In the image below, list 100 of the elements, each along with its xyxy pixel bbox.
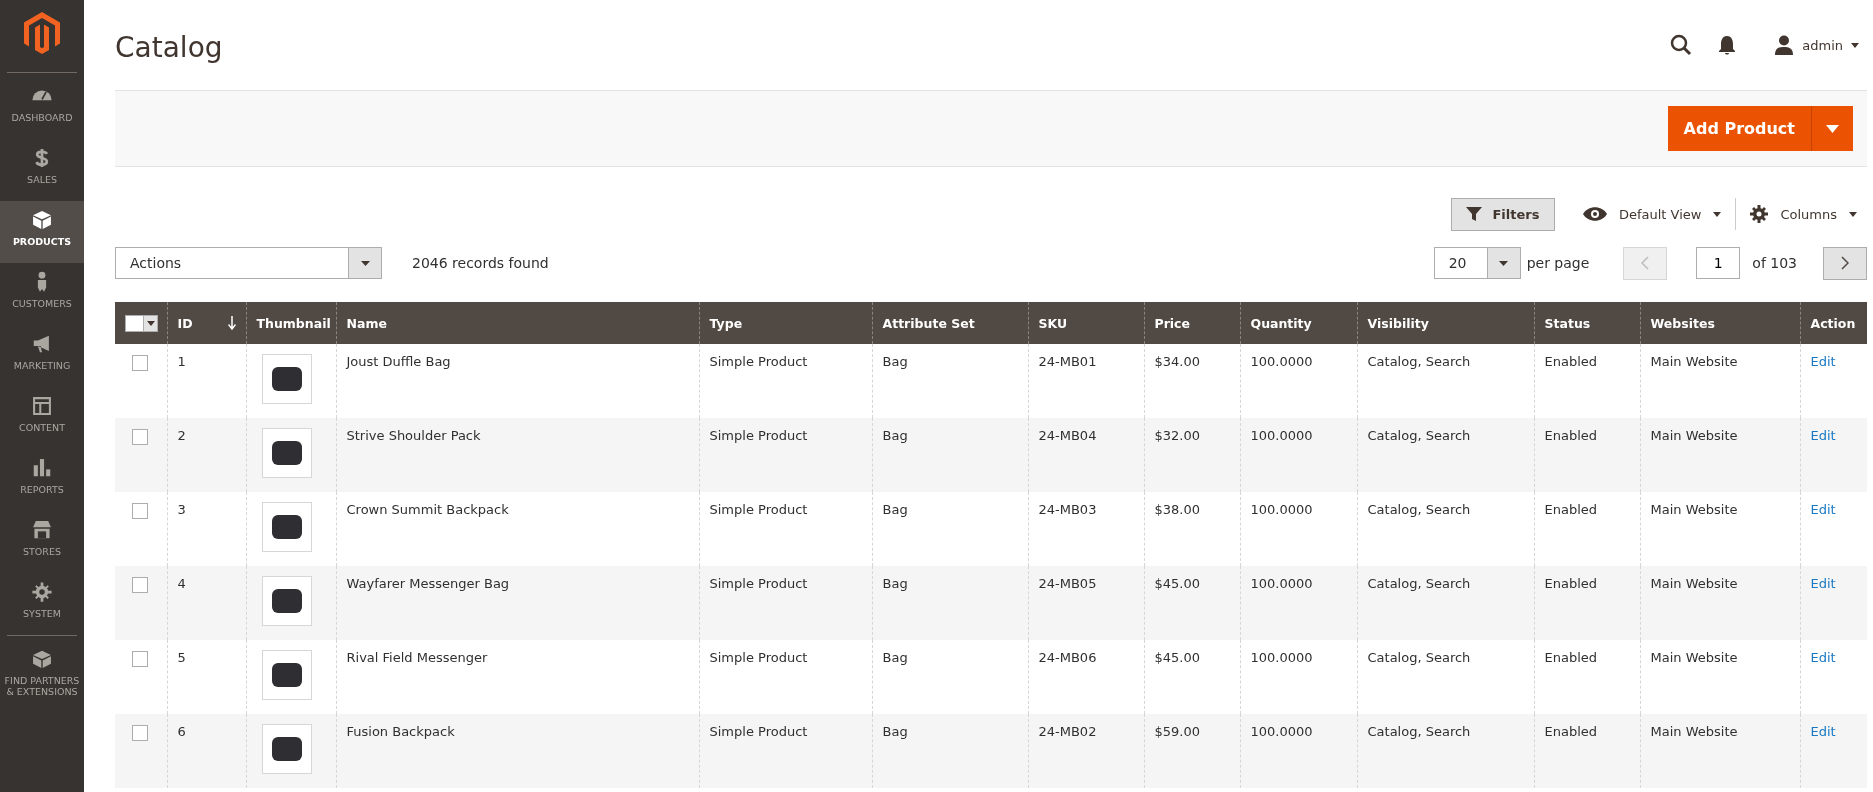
table-cell: Wayfarer Messenger Bag (336, 566, 699, 640)
row-checkbox[interactable] (132, 651, 148, 667)
photo-placeholder (271, 663, 302, 687)
actions-dropdown[interactable]: Actions (115, 247, 382, 279)
eye-icon (1582, 207, 1607, 221)
funnel-icon (1466, 206, 1483, 222)
table-cell: 4 (167, 566, 246, 640)
caret-icon (1851, 42, 1859, 48)
table-cell: 24-MB05 (1028, 566, 1144, 640)
edit-link[interactable]: Edit (1810, 650, 1836, 665)
box-icon (31, 209, 53, 231)
page-count: of 103 (1752, 255, 1797, 271)
notifications-button[interactable] (1718, 35, 1737, 55)
edit-link[interactable]: Edit (1810, 502, 1836, 517)
table-cell: Simple Product (699, 566, 872, 640)
table-cell: Enabled (1534, 566, 1640, 640)
table-cell: 100.0000 (1240, 714, 1357, 788)
sidebar-item[interactable]: MARKETING (0, 325, 84, 387)
column-header[interactable]: Type (699, 302, 872, 344)
sidebar-item[interactable]: DASHBOARD (0, 77, 84, 139)
bell-icon (1718, 35, 1737, 55)
next-page-button[interactable] (1823, 246, 1867, 280)
column-header[interactable]: ID (177, 315, 193, 331)
sidebar-item[interactable]: CONTENT (0, 387, 84, 449)
table-cell: $32.00 (1144, 418, 1240, 492)
gear-icon (31, 581, 53, 603)
table-cell: 24-MB02 (1028, 714, 1144, 788)
photo-placeholder (271, 737, 302, 761)
row-checkbox[interactable] (132, 355, 148, 371)
edit-link[interactable]: Edit (1810, 428, 1836, 443)
caret-icon (1499, 260, 1509, 266)
column-header[interactable]: Visibility (1357, 302, 1534, 344)
table-cell: Enabled (1534, 714, 1640, 788)
search-button[interactable] (1670, 34, 1693, 56)
store-icon (31, 519, 53, 541)
filters-button[interactable]: Filters (1450, 197, 1555, 231)
table-cell: Bag (872, 418, 1028, 492)
records-count: 2046 records found (412, 255, 549, 271)
sidebar-item[interactable]: SYSTEM (0, 573, 84, 635)
view-dropdown[interactable]: Default View (1582, 206, 1722, 222)
bar-chart-icon (31, 457, 53, 479)
column-header[interactable]: SKU (1028, 302, 1144, 344)
column-header[interactable]: Attribute Set (872, 302, 1028, 344)
table-cell: 6 (167, 714, 246, 788)
sidebar-item[interactable]: REPORTS (0, 449, 84, 511)
edit-link[interactable]: Edit (1810, 354, 1836, 369)
photo-placeholder (271, 441, 302, 465)
row-checkbox[interactable] (132, 725, 148, 741)
table-cell: Strive Shoulder Pack (336, 418, 699, 492)
table-cell: 100.0000 (1240, 418, 1357, 492)
chevron-left-icon (1641, 256, 1650, 270)
page-size-dropdown[interactable]: 20 (1433, 247, 1521, 279)
page-title: Catalog (115, 29, 223, 64)
column-header[interactable]: Action (1800, 302, 1867, 344)
photo-placeholder (271, 589, 302, 613)
add-product-button[interactable]: Add Product (1667, 106, 1811, 151)
table-cell: Catalog, Search (1357, 566, 1534, 640)
table-cell: Main Website (1640, 418, 1800, 492)
table-cell: Bag (872, 566, 1028, 640)
user-menu[interactable]: admin (1774, 35, 1859, 55)
sort-arrow-icon (227, 316, 236, 330)
page-number-field[interactable]: 1 (1696, 247, 1741, 279)
columns-dropdown[interactable]: Columns (1750, 205, 1857, 223)
table-cell: Bag (872, 714, 1028, 788)
column-header[interactable]: Price (1144, 302, 1240, 344)
sidebar-item[interactable]: SALES (0, 139, 84, 201)
sidebar-item[interactable]: FIND PARTNERS & EXTENSIONS (0, 640, 84, 708)
sidebar-item[interactable]: STORES (0, 511, 84, 573)
column-header[interactable]: Websites (1640, 302, 1800, 344)
add-product-dropdown[interactable] (1811, 106, 1853, 151)
column-header[interactable]: Thumbnail (246, 302, 336, 344)
column-header[interactable]: Quantity (1240, 302, 1357, 344)
table-cell: Main Website (1640, 714, 1800, 788)
caret-icon (360, 260, 370, 266)
table-cell: $45.00 (1144, 566, 1240, 640)
edit-link[interactable]: Edit (1810, 576, 1836, 591)
caret-icon (1849, 211, 1857, 217)
caret-icon (1826, 124, 1839, 133)
column-header[interactable]: Name (336, 302, 699, 344)
mass-select-checkbox[interactable] (125, 314, 158, 332)
edit-link[interactable]: Edit (1810, 724, 1836, 739)
table-cell: $59.00 (1144, 714, 1240, 788)
row-checkbox[interactable] (132, 429, 148, 445)
sidebar-item[interactable]: PRODUCTS (0, 201, 84, 263)
column-header[interactable]: Status (1534, 302, 1640, 344)
gear-icon (1750, 205, 1769, 223)
caret-icon (146, 320, 155, 326)
brick-icon (31, 648, 53, 670)
table-cell: 24-MB04 (1028, 418, 1144, 492)
user-icon (1774, 35, 1795, 55)
search-icon (1670, 34, 1693, 56)
caret-icon (1713, 211, 1722, 217)
sidebar-item[interactable]: CUSTOMERS (0, 263, 84, 325)
table-cell: Main Website (1640, 566, 1800, 640)
table-cell: Catalog, Search (1357, 418, 1534, 492)
table-cell: 2 (167, 418, 246, 492)
row-checkbox[interactable] (132, 577, 148, 593)
row-checkbox[interactable] (132, 503, 148, 519)
table-cell: Catalog, Search (1357, 714, 1534, 788)
table-cell: Simple Product (699, 714, 872, 788)
